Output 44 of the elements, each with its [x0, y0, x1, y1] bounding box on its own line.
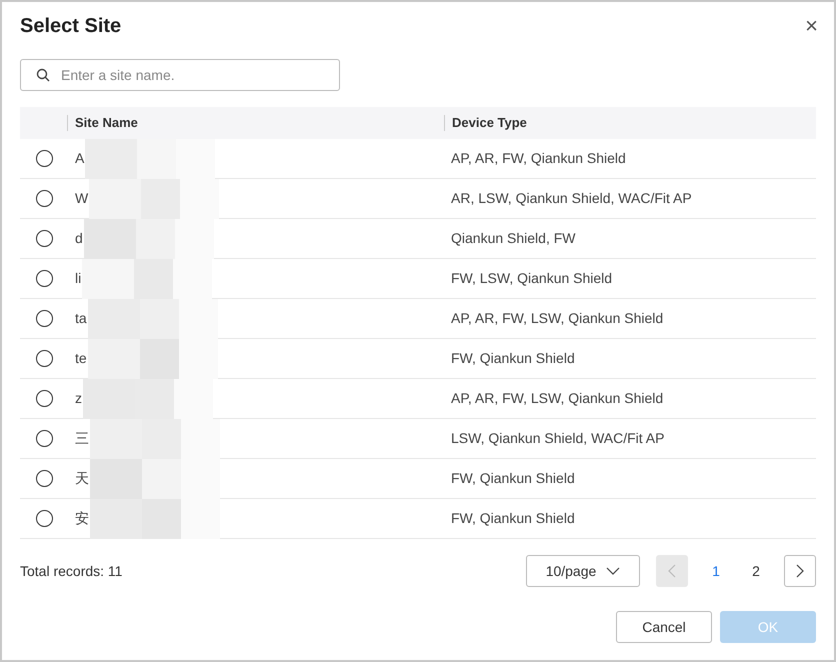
site-name: 天: [75, 469, 89, 488]
radio-button[interactable]: [36, 430, 53, 447]
radio-button[interactable]: [36, 390, 53, 407]
device-type: LSW, Qiankun Shield, WAC/Fit AP: [451, 429, 664, 448]
device-type: FW, Qiankun Shield: [451, 469, 575, 488]
radio-button[interactable]: [36, 470, 53, 487]
device-type: FW, Qiankun Shield: [451, 509, 575, 528]
site-name: 安: [75, 509, 89, 528]
site-name: 三: [75, 429, 89, 448]
device-type: FW, LSW, Qiankun Shield: [451, 269, 612, 288]
chevron-right-icon: [796, 564, 804, 578]
cancel-button[interactable]: Cancel: [616, 611, 712, 643]
device-type: Qiankun Shield, FW: [451, 229, 576, 248]
site-name: ta: [75, 309, 87, 328]
radio-button[interactable]: [36, 310, 53, 327]
page-button[interactable]: 2: [736, 555, 776, 587]
site-name: z: [75, 389, 82, 408]
site-name: d: [75, 229, 83, 248]
radio-button[interactable]: [36, 270, 53, 287]
device-type: AP, AR, FW, LSW, Qiankun Shield: [451, 309, 664, 328]
site-name: te: [75, 349, 87, 368]
radio-button[interactable]: [36, 190, 53, 207]
radio-button[interactable]: [36, 350, 53, 367]
dialog-title: Select Site: [20, 14, 122, 39]
device-type: AP, AR, FW, Qiankun Shield: [451, 149, 626, 168]
page-button[interactable]: 1: [696, 555, 736, 587]
chevron-left-icon: [668, 564, 676, 578]
device-type: AP, AR, FW, LSW, Qiankun Shield: [451, 389, 664, 408]
search-field[interactable]: Enter a site name.: [20, 59, 340, 91]
caret-icon: [606, 567, 620, 575]
total-records: Total records: 11: [20, 562, 124, 580]
column-header: Site Name: [68, 115, 445, 131]
site-name: li: [75, 269, 82, 288]
radio-button[interactable]: [36, 150, 53, 167]
close-button[interactable]: ×: [805, 15, 818, 37]
radio-button[interactable]: [36, 230, 53, 247]
page-size-dropdown[interactable]: 10/page: [526, 555, 640, 587]
search-icon: [36, 68, 50, 82]
column-header: Device Type: [451, 114, 527, 132]
site-name: A: [75, 149, 84, 168]
device-type: FW, Qiankun Shield: [451, 349, 575, 368]
site-name: W: [75, 189, 88, 208]
device-type: AR, LSW, Qiankun Shield, WAC/Fit AP: [451, 189, 692, 208]
radio-button[interactable]: [36, 510, 53, 527]
